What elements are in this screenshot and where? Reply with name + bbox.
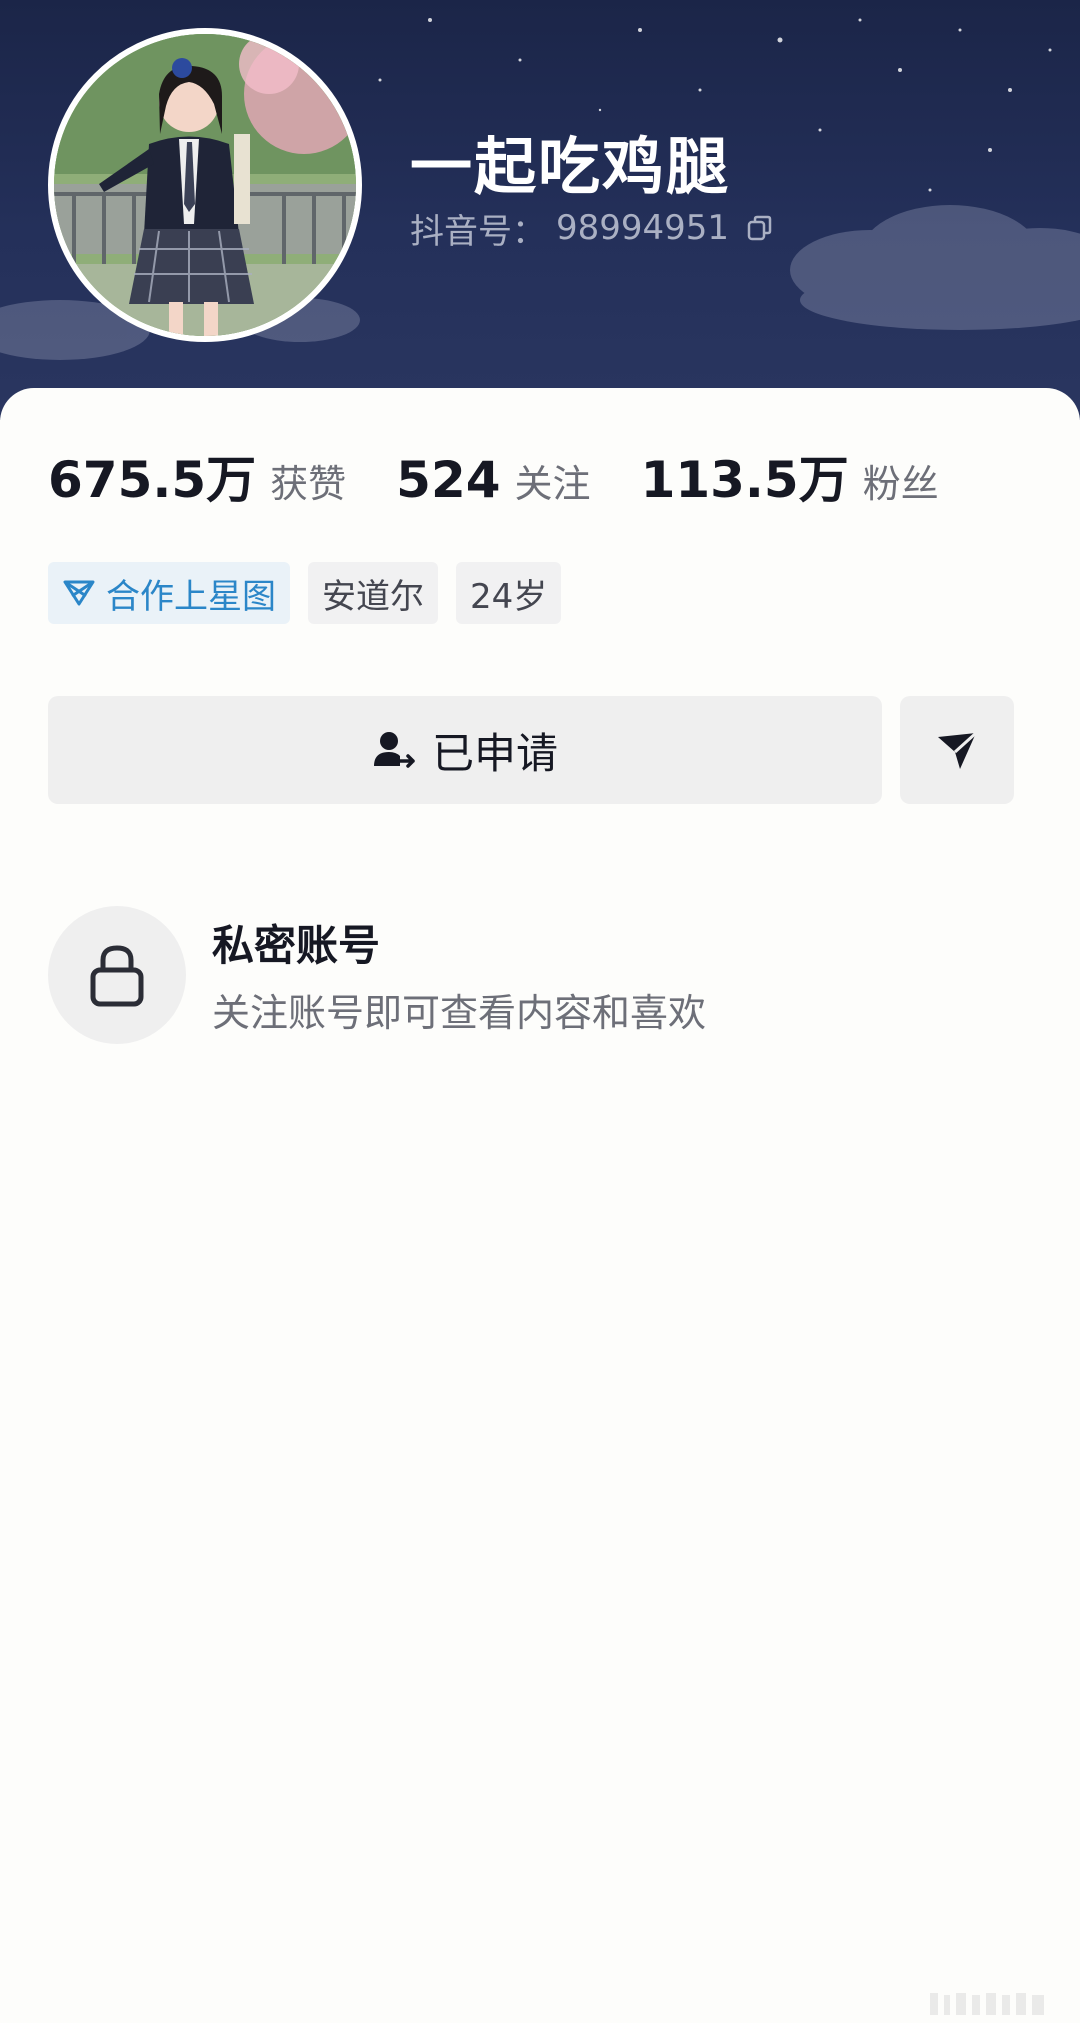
applied-button[interactable]: 已申请 [48,696,882,804]
profile-screen: 一起吃鸡腿 抖音号： 98994951 675.5万 获赞 524 关注 113.… [0,0,1080,2023]
send-icon [938,731,978,769]
tag-xingtu-label: 合作上星图 [106,576,276,617]
stats-row: 675.5万 获赞 524 关注 113.5万 粉丝 [48,440,989,510]
lock-badge [48,906,186,1044]
avatar-photo-icon [54,34,356,336]
avatar[interactable] [48,28,362,342]
tag-location-label: 安道尔 [322,576,424,617]
stat-following-label: 关注 [514,462,591,506]
stat-followers[interactable]: 113.5万 粉丝 [641,440,939,512]
stat-following[interactable]: 524 关注 [396,451,590,509]
xingtu-star-icon [63,580,95,606]
profile-card: 675.5万 获赞 524 关注 113.5万 粉丝 合作上星图 安道尔 24岁… [0,388,1080,2023]
profile-header: 一起吃鸡腿 抖音号： 98994951 [0,0,1080,420]
stat-likes[interactable]: 675.5万 获赞 [48,440,346,512]
action-row: 已申请 [48,696,1014,804]
private-account-title: 私密账号 [212,921,381,970]
stat-likes-label: 获赞 [270,462,347,506]
tag-age: 24岁 [456,562,562,624]
stat-likes-value: 675.5万 [48,451,257,509]
stat-followers-value: 113.5万 [640,451,849,509]
tags-row: 合作上星图 安道尔 24岁 [48,562,562,624]
private-account-description: 关注账号即可查看内容和喜欢 [212,991,707,1035]
user-pending-icon [373,732,415,768]
watermark-icon [930,1993,1044,2015]
tag-location: 安道尔 [308,562,438,624]
tag-xingtu[interactable]: 合作上星图 [48,562,290,624]
username: 一起吃鸡腿 [410,130,731,203]
copy-icon[interactable] [745,213,775,243]
private-account-notice: 私密账号 关注账号即可查看内容和喜欢 [48,906,1048,1046]
tag-age-label: 24岁 [470,576,548,617]
lock-icon [90,945,144,1007]
stat-followers-label: 粉丝 [862,462,939,506]
douyin-id-label: 抖音号： [410,211,546,252]
send-message-button[interactable] [900,696,1014,804]
douyin-id[interactable]: 抖音号： 98994951 [410,206,775,252]
douyin-id-value: 98994951 [556,208,730,248]
stat-following-value: 524 [396,451,501,509]
applied-button-label: 已申请 [431,728,558,778]
